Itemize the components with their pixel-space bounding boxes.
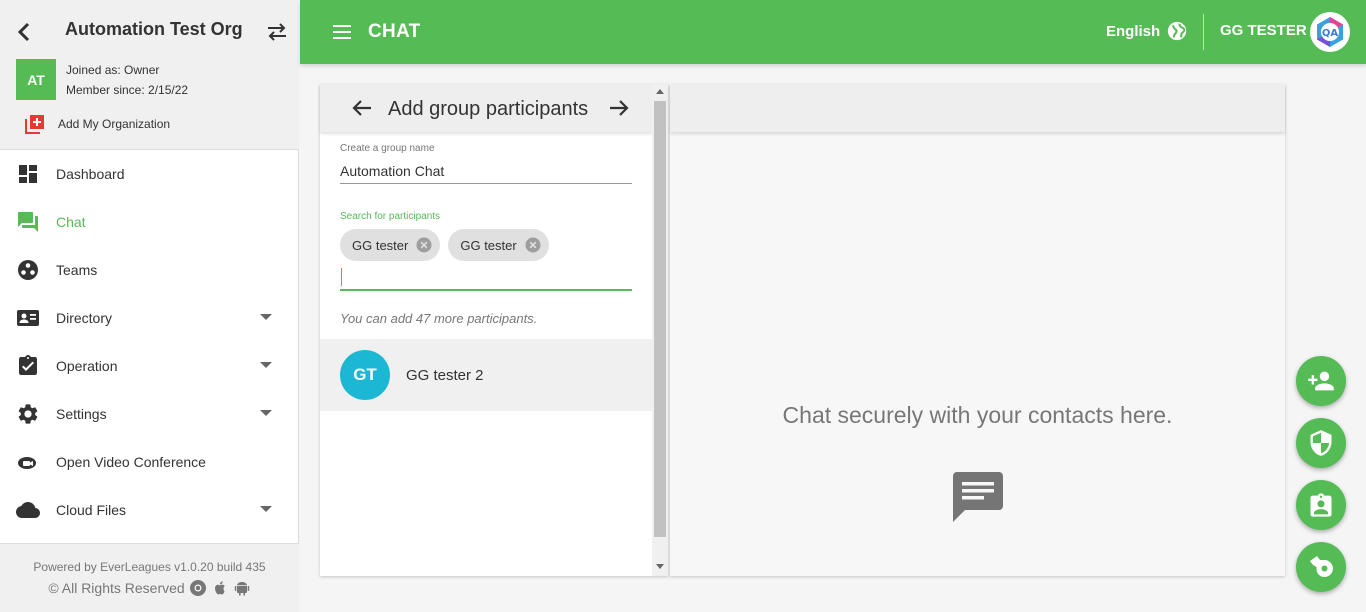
- sidebar-item-directory[interactable]: Directory: [0, 294, 299, 342]
- joined-as-text: Joined as: Owner: [66, 63, 160, 77]
- org-name: Automation Test Org: [65, 19, 243, 39]
- menu-icon[interactable]: [332, 22, 352, 42]
- list-item[interactable]: GT GG tester 2: [320, 339, 652, 411]
- sidebar-item-label: Operation: [56, 358, 118, 374]
- sidebar-item-chat[interactable]: Chat: [0, 198, 299, 246]
- caret-down-icon: [260, 314, 272, 320]
- sidebar-item-label: Directory: [56, 310, 113, 326]
- sidebar-item-label: Chat: [56, 214, 86, 230]
- apple-icon[interactable]: [211, 579, 229, 597]
- search-participants-label: Search for participants: [340, 211, 441, 222]
- caret-down-icon: [260, 506, 272, 512]
- powered-by-text: Powered by EverLeagues v1.0.20 build 435: [33, 560, 266, 574]
- sidebar-item-operation[interactable]: Operation: [0, 342, 299, 390]
- rights-row: © All Rights Reserved: [0, 579, 299, 597]
- top-app-bar: CHAT English GG TESTER QA: [300, 0, 1366, 64]
- avatar[interactable]: QA: [1310, 12, 1350, 52]
- gear-icon: [18, 404, 38, 424]
- group-name-input[interactable]: [340, 159, 632, 184]
- participant-chip[interactable]: GG tester: [340, 229, 441, 261]
- arrow-right-icon[interactable]: [609, 98, 629, 118]
- top-divider: [1203, 14, 1204, 50]
- remove-chip-icon[interactable]: [416, 237, 432, 253]
- add-organization-button[interactable]: Add My Organization: [24, 112, 170, 136]
- org-avatar: AT: [16, 59, 56, 100]
- person-add-icon: [1308, 371, 1334, 391]
- participants-remaining-hint: You can add 47 more participants.: [340, 311, 538, 326]
- security-button[interactable]: [1296, 418, 1346, 468]
- video-icon: [18, 457, 36, 469]
- member-since-text: Member since: 2/15/22: [66, 83, 189, 97]
- cloud-icon: [16, 502, 40, 518]
- empty-chat-message: Chat securely with your contacts here.: [782, 402, 1173, 428]
- contact-avatar: GT: [340, 350, 390, 400]
- shield-icon: [1310, 430, 1332, 456]
- sidebar-item-label: Cloud Files: [56, 502, 127, 518]
- whistle-icon: [1310, 556, 1333, 577]
- scrollbar-thumb[interactable]: [654, 101, 666, 537]
- sidebar: Automation Test Org AT Joined as: Owner …: [0, 0, 299, 612]
- group-participants-panel: Add group participants Create a group na…: [320, 84, 668, 576]
- chat-conversation-panel: Chat securely with your contacts here.: [670, 84, 1285, 576]
- add-box-icon: [25, 115, 44, 134]
- search-participants-input[interactable]: [340, 265, 632, 291]
- chip-label: GG tester: [460, 237, 517, 253]
- add-contact-button[interactable]: [1296, 356, 1346, 406]
- add-organization-label: Add My Organization: [58, 117, 171, 131]
- badge-icon: [1310, 493, 1332, 517]
- scroll-up-icon[interactable]: [656, 89, 664, 94]
- sidebar-item-label: Teams: [56, 262, 98, 278]
- qa-logo-icon: QA: [1317, 17, 1343, 47]
- remove-chip-icon[interactable]: [525, 237, 541, 253]
- arrow-left-icon[interactable]: [352, 98, 372, 118]
- sidebar-item-cloud-files[interactable]: Cloud Files: [0, 486, 299, 534]
- sidebar-item-label: Settings: [56, 406, 107, 422]
- sidebar-item-teams[interactable]: Teams: [0, 246, 299, 294]
- scroll-down-icon[interactable]: [656, 564, 664, 569]
- chevron-left-icon[interactable]: [14, 20, 34, 44]
- globe-icon: [1168, 21, 1187, 41]
- chip-label: GG tester: [352, 237, 409, 253]
- directory-icon: [17, 310, 39, 326]
- sidebar-footer: Powered by EverLeagues v1.0.20 build 435…: [0, 543, 299, 612]
- selected-participants: GG tester GG tester: [340, 229, 549, 261]
- contact-name: GG tester 2: [406, 367, 484, 384]
- language-label: English: [1106, 22, 1161, 40]
- chat-header: [670, 84, 1285, 132]
- contact-card-button[interactable]: [1296, 480, 1346, 530]
- message-icon: [953, 472, 1003, 522]
- sidebar-item-label: Dashboard: [56, 166, 125, 182]
- sidebar-nav: Dashboard Chat Teams Directory Operation…: [0, 150, 299, 534]
- group-name-label: Create a group name: [340, 143, 435, 154]
- participant-chip[interactable]: GG tester: [448, 229, 549, 261]
- sidebar-item-video-conference[interactable]: Open Video Conference: [0, 438, 299, 486]
- panel-title: Add group participants: [388, 98, 589, 120]
- sidebar-item-dashboard[interactable]: Dashboard: [0, 150, 299, 198]
- panel-header: Add group participants: [320, 84, 652, 132]
- page-title: CHAT: [368, 21, 421, 42]
- org-header: Automation Test Org AT Joined as: Owner …: [0, 0, 299, 150]
- user-name[interactable]: GG TESTER: [1220, 22, 1307, 39]
- sidebar-item-label: Open Video Conference: [56, 454, 206, 470]
- android-icon[interactable]: [233, 579, 251, 597]
- teams-icon: [18, 260, 38, 280]
- switch-org-icon[interactable]: [265, 20, 289, 44]
- dashboard-icon: [19, 165, 37, 183]
- clipboard-check-icon: [19, 355, 37, 375]
- rights-text: © All Rights Reserved: [48, 580, 185, 596]
- chrome-icon[interactable]: [189, 579, 207, 597]
- caret-down-icon: [260, 362, 272, 368]
- sidebar-item-settings[interactable]: Settings: [0, 390, 299, 438]
- language-selector[interactable]: English: [1106, 20, 1188, 42]
- avatar-text: QA: [1322, 28, 1339, 39]
- chat-icon: [18, 212, 38, 232]
- scrollbar[interactable]: [652, 84, 668, 576]
- text-cursor: [341, 268, 342, 286]
- caret-down-icon: [260, 410, 272, 416]
- whistle-button[interactable]: [1296, 542, 1346, 592]
